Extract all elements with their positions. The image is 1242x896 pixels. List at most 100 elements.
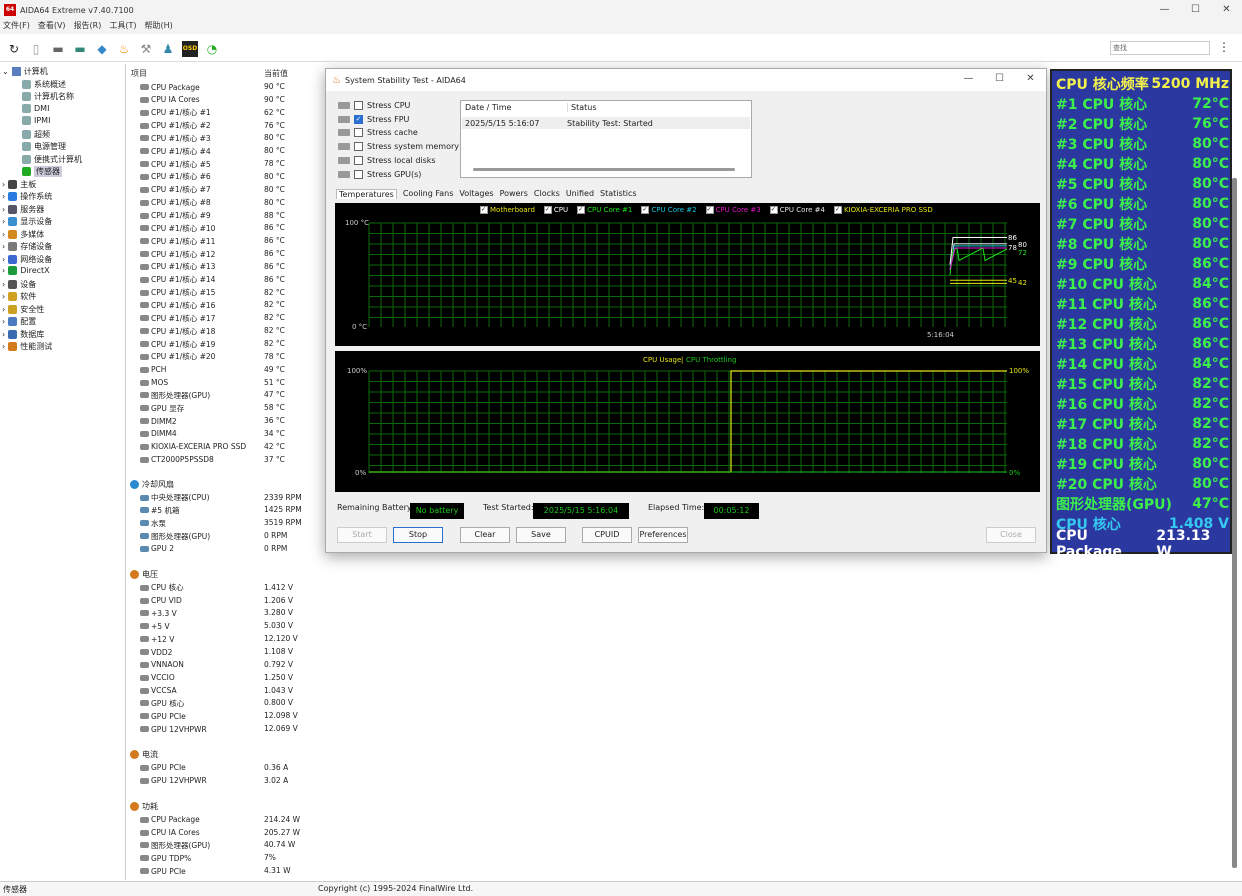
sensor-row[interactable]: KIOXIA-EXCERIA PRO SSD xyxy=(140,441,246,453)
sensor-row[interactable]: 图形处理器(GPU) xyxy=(140,389,210,401)
maximize-button[interactable]: ☐ xyxy=(1180,0,1211,20)
expand-arrow-icon[interactable]: ⌄ xyxy=(2,67,9,76)
log-table[interactable]: Date / Time Status 2025/5/15 5:16:07 Sta… xyxy=(460,100,752,178)
tree-group[interactable]: › 操作系统 xyxy=(2,191,52,202)
tab-powers[interactable]: Powers xyxy=(500,189,528,199)
expand-arrow-icon[interactable]: › xyxy=(2,305,5,314)
motherboard-icon[interactable]: ▬ xyxy=(50,41,66,57)
tree-group[interactable]: › 网络设备 xyxy=(2,254,52,265)
sensor-row[interactable]: VCCIO xyxy=(140,672,175,684)
tree-group[interactable]: › DirectX xyxy=(2,266,50,275)
sensor-row[interactable]: +5 V xyxy=(140,620,170,632)
sensor-row[interactable]: CPU IA Cores xyxy=(140,827,200,839)
dialog-maximize-button[interactable]: ☐ xyxy=(984,69,1015,89)
sensor-row[interactable]: GPU 2 xyxy=(140,543,174,555)
sensor-row[interactable]: VDD2 xyxy=(140,646,172,658)
sensor-row[interactable]: GPU PCIe xyxy=(140,710,186,722)
sensor-row[interactable]: CPU 核心 xyxy=(140,582,184,594)
start-button[interactable]: Start xyxy=(337,527,387,543)
expand-arrow-icon[interactable]: › xyxy=(2,342,5,351)
sensor-row[interactable]: 中央处理器(CPU) xyxy=(140,492,210,504)
tree-item[interactable]: 电源管理 xyxy=(22,141,66,152)
sensor-row[interactable]: CPU #1/核心 #5 xyxy=(140,158,211,170)
sensor-row[interactable]: PCH xyxy=(140,364,166,376)
sensor-row[interactable]: +3.3 V xyxy=(140,607,177,619)
sensor-row[interactable]: VNNAON xyxy=(140,659,184,671)
sensor-row[interactable]: +12 V xyxy=(140,633,174,645)
tree-group[interactable]: › 设备 xyxy=(2,279,36,290)
stress-option[interactable]: Stress cache xyxy=(338,128,418,138)
sensor-row[interactable]: CPU #1/核心 #16 xyxy=(140,299,215,311)
osd-icon[interactable]: OSD xyxy=(182,40,198,57)
checkbox[interactable] xyxy=(354,101,363,110)
expand-arrow-icon[interactable]: › xyxy=(2,255,5,264)
tree-group[interactable]: › 配置 xyxy=(2,316,36,327)
sensor-row[interactable]: CPU #1/核心 #6 xyxy=(140,171,211,183)
sensor-row[interactable]: CPU #1/核心 #11 xyxy=(140,235,215,247)
sensor-row[interactable]: CPU #1/核心 #9 xyxy=(140,210,211,222)
stress-option[interactable]: Stress CPU xyxy=(338,101,410,110)
tree-item[interactable]: DMI xyxy=(22,103,49,113)
expand-arrow-icon[interactable]: › xyxy=(2,192,5,201)
expand-arrow-icon[interactable]: › xyxy=(2,266,5,275)
stress-option[interactable]: Stress system memory xyxy=(338,142,459,152)
stress-option[interactable]: Stress GPU(s) xyxy=(338,169,421,179)
tab-statistics[interactable]: Statistics xyxy=(600,189,637,199)
menu-item[interactable]: 帮助(H) xyxy=(145,20,173,34)
sensor-row[interactable]: CPU #1/核心 #10 xyxy=(140,222,215,234)
column-header-value[interactable]: 当前值 xyxy=(264,68,288,79)
tree-item[interactable]: IPMI xyxy=(22,116,50,125)
tree-item[interactable]: 系统概述 xyxy=(22,79,66,90)
expand-arrow-icon[interactable]: › xyxy=(2,205,5,214)
checkbox[interactable]: ✓ xyxy=(354,114,363,124)
sensor-row[interactable]: CT2000P5PSSD8 xyxy=(140,454,214,466)
vertical-scrollbar[interactable] xyxy=(1232,178,1237,868)
network-icon[interactable]: ◆ xyxy=(94,41,110,57)
report-icon[interactable]: ▯ xyxy=(28,41,44,57)
memory-icon[interactable]: ▬ xyxy=(72,41,88,57)
dialog-minimize-button[interactable]: — xyxy=(953,69,984,89)
preferences-button[interactable]: Preferences xyxy=(638,527,688,543)
tree-group[interactable]: › 服务器 xyxy=(2,204,44,215)
sensor-row[interactable]: GPU 12VHPWR xyxy=(140,723,207,735)
expand-arrow-icon[interactable]: › xyxy=(2,280,5,289)
expand-arrow-icon[interactable]: › xyxy=(2,242,5,251)
tree-group[interactable]: › 性能测试 xyxy=(2,341,52,352)
sensor-row[interactable]: CPU #1/核心 #17 xyxy=(140,312,215,324)
user-icon[interactable]: ♟ xyxy=(160,41,176,57)
checkbox[interactable] xyxy=(354,142,363,152)
sensor-row[interactable]: CPU #1/核心 #19 xyxy=(140,338,215,350)
menu-item[interactable]: 报告(R) xyxy=(74,20,102,34)
clear-button[interactable]: Clear xyxy=(460,527,510,543)
sensor-row[interactable]: CPU #1/核心 #8 xyxy=(140,197,211,209)
sensor-row[interactable]: CPU #1/核心 #4 xyxy=(140,145,211,157)
sensor-row[interactable]: CPU #1/核心 #2 xyxy=(140,120,211,132)
stress-option[interactable]: ✓ Stress FPU xyxy=(338,114,409,124)
sensor-row[interactable]: #5 机箱 xyxy=(140,504,179,516)
log-horizontal-scrollbar[interactable] xyxy=(473,168,735,171)
sensor-row[interactable]: CPU #1/核心 #20 xyxy=(140,351,215,363)
expand-arrow-icon[interactable]: › xyxy=(2,330,5,339)
sensor-row[interactable]: CPU #1/核心 #14 xyxy=(140,274,215,286)
sensor-row[interactable]: 图形处理器(GPU) xyxy=(140,839,210,851)
section-header[interactable]: 冷却风扇 xyxy=(130,479,174,490)
refresh-icon[interactable]: ↻ xyxy=(6,41,22,57)
sensor-row[interactable]: 水泵 xyxy=(140,517,166,529)
sensor-row[interactable]: CPU Package xyxy=(140,814,200,826)
sensor-row[interactable]: 图形处理器(GPU) xyxy=(140,530,210,542)
sensor-row[interactable]: CPU IA Cores xyxy=(140,94,200,106)
section-header[interactable]: 功耗 xyxy=(130,801,158,812)
checkbox[interactable] xyxy=(354,128,363,138)
checkbox[interactable] xyxy=(354,155,363,165)
close-dialog-button[interactable]: Close xyxy=(986,527,1036,543)
minimize-button[interactable]: — xyxy=(1149,0,1180,20)
menu-item[interactable]: 查看(V) xyxy=(38,20,66,34)
tree-item[interactable]: 超频 xyxy=(22,129,50,140)
sensor-row[interactable]: CPU Package xyxy=(140,81,200,93)
save-button[interactable]: Save xyxy=(516,527,566,543)
search-input[interactable]: 查找 xyxy=(1110,41,1210,55)
sensor-row[interactable]: DIMM4 xyxy=(140,428,177,440)
tree-group[interactable]: › 主板 xyxy=(2,179,36,190)
sensor-row[interactable]: CPU #1/核心 #1 xyxy=(140,107,211,119)
sensor-row[interactable]: GPU TDP% xyxy=(140,852,191,864)
